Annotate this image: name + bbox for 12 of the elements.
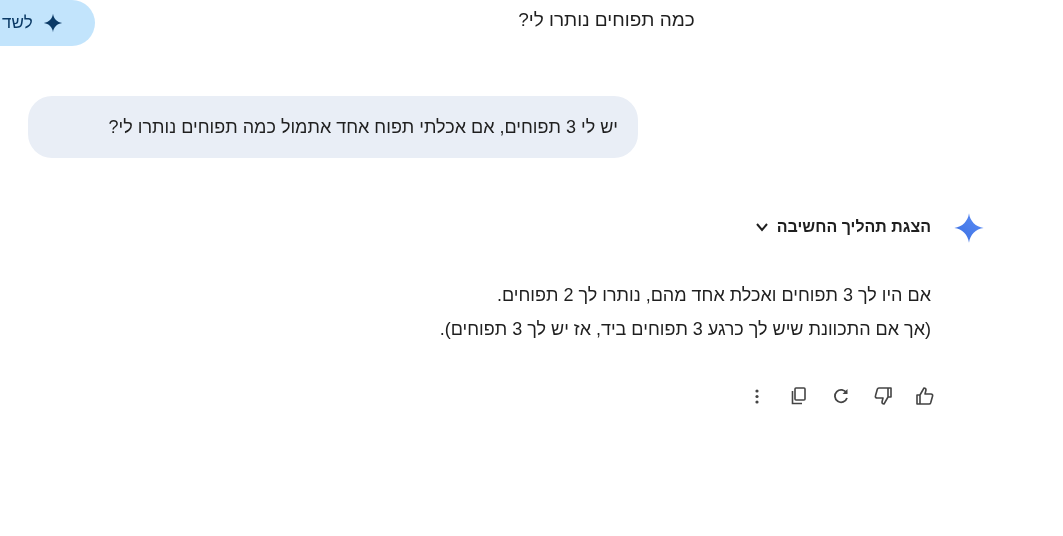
user-message: יש לי 3 תפוחים, אם אכלתי תפוח אחד אתמול כמה תפוחים נותרו לי? [28, 96, 638, 158]
response-paragraph: (אך אם התכוונת שיש לך כרגע 3 תפוחים ביד, אז יש לך 3 תפוחים). [439, 318, 931, 341]
show-thinking-toggle[interactable]: הצגת תהליך החשיבה [754, 210, 941, 244]
response-paragraph: אם היו לך 3 תפוחים ואכלת אחד מהם, נותרו לך 2 תפוחים. [495, 284, 931, 307]
more-icon [755, 388, 759, 404]
sparkle-icon [953, 212, 985, 244]
copy-icon [789, 386, 809, 406]
side-button[interactable]: לשד [0, 0, 95, 46]
refresh-icon [831, 386, 851, 406]
thumbs-down-icon [873, 386, 893, 406]
thumbs-up-icon [915, 386, 935, 406]
chat-title: כמה תפוחים נותרו לי? [518, 9, 695, 31]
